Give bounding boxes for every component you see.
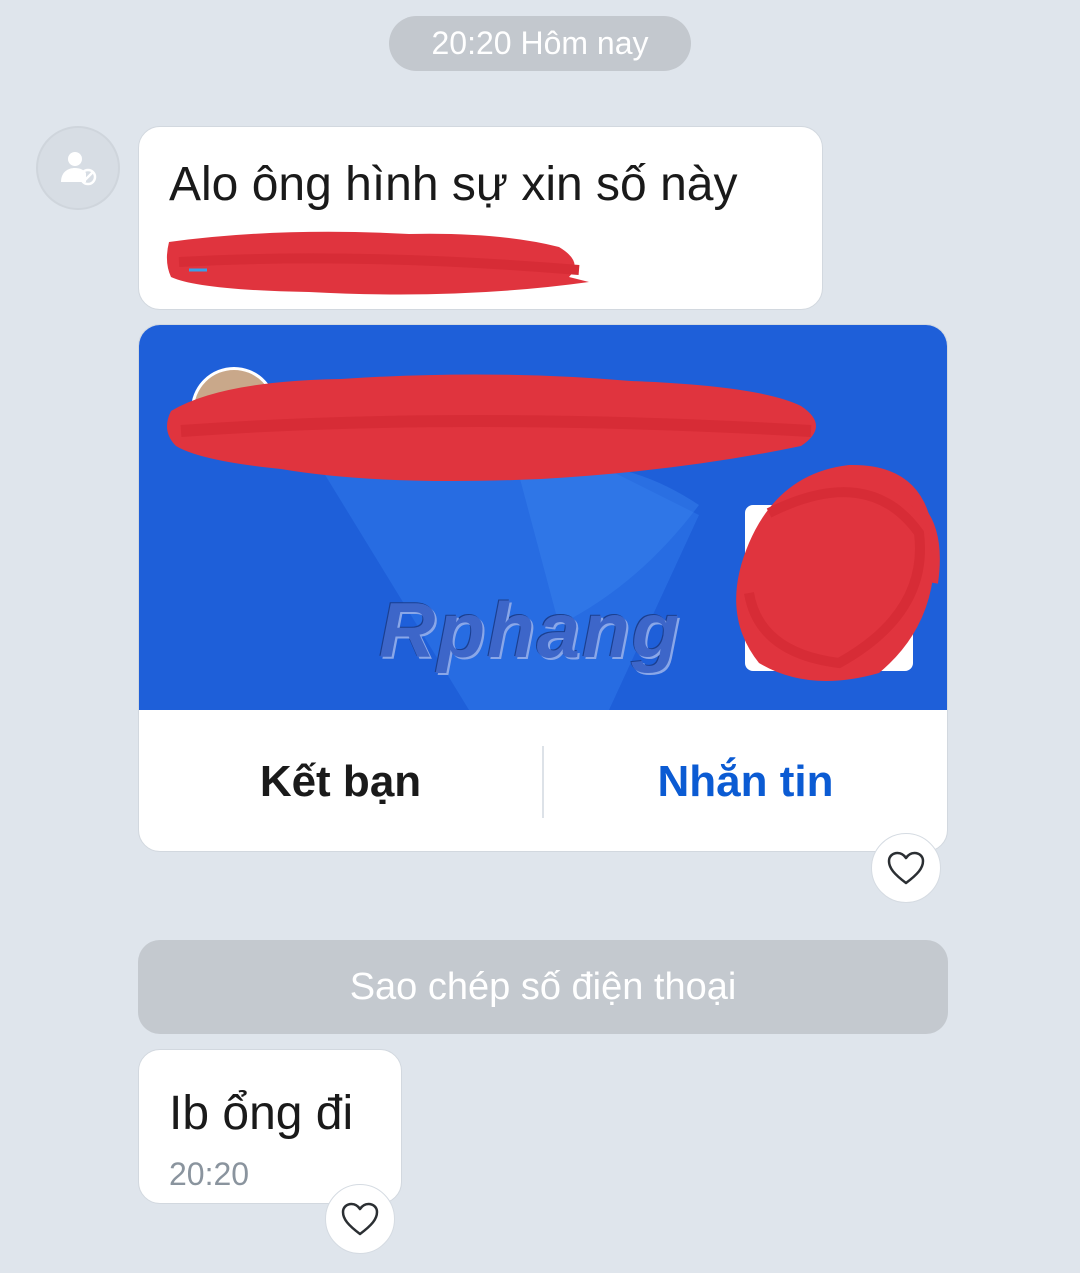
contact-card[interactable]: Rphang Kết bạn Nhắn tin: [138, 324, 948, 852]
contact-card-banner: Rphang: [139, 325, 947, 710]
timestamp-label: 20:20 Hôm nay: [431, 25, 649, 61]
watermark-text: Rphang: [379, 586, 682, 674]
message-text: Alo ông hình sự xin số này: [169, 158, 738, 211]
sender-avatar[interactable]: [36, 126, 120, 210]
reaction-button[interactable]: [325, 1184, 395, 1254]
message-bubble-incoming[interactable]: Alo ông hình sự xin số này: [138, 126, 823, 310]
copy-phone-button[interactable]: Sao chép số điện thoại: [138, 940, 948, 1034]
message-time: 20:20: [169, 1156, 250, 1192]
heart-icon: [887, 851, 925, 885]
redaction-scribble: [166, 231, 589, 295]
reaction-button[interactable]: [871, 833, 941, 903]
message-text: Ib ổng đi: [169, 1087, 354, 1140]
user-blocked-icon: [61, 152, 97, 186]
message-bubble-incoming[interactable]: Ib ổng đi 20:20: [138, 1049, 402, 1204]
add-friend-button[interactable]: Kết bạn: [139, 710, 542, 851]
redaction-scribble: [736, 464, 940, 681]
copy-phone-label: Sao chép số điện thoại: [349, 965, 737, 1008]
heart-icon: [341, 1202, 379, 1236]
send-message-button[interactable]: Nhắn tin: [544, 710, 947, 851]
timestamp-separator: 20:20 Hôm nay: [389, 16, 691, 71]
contact-card-actions: Kết bạn Nhắn tin: [139, 710, 947, 851]
